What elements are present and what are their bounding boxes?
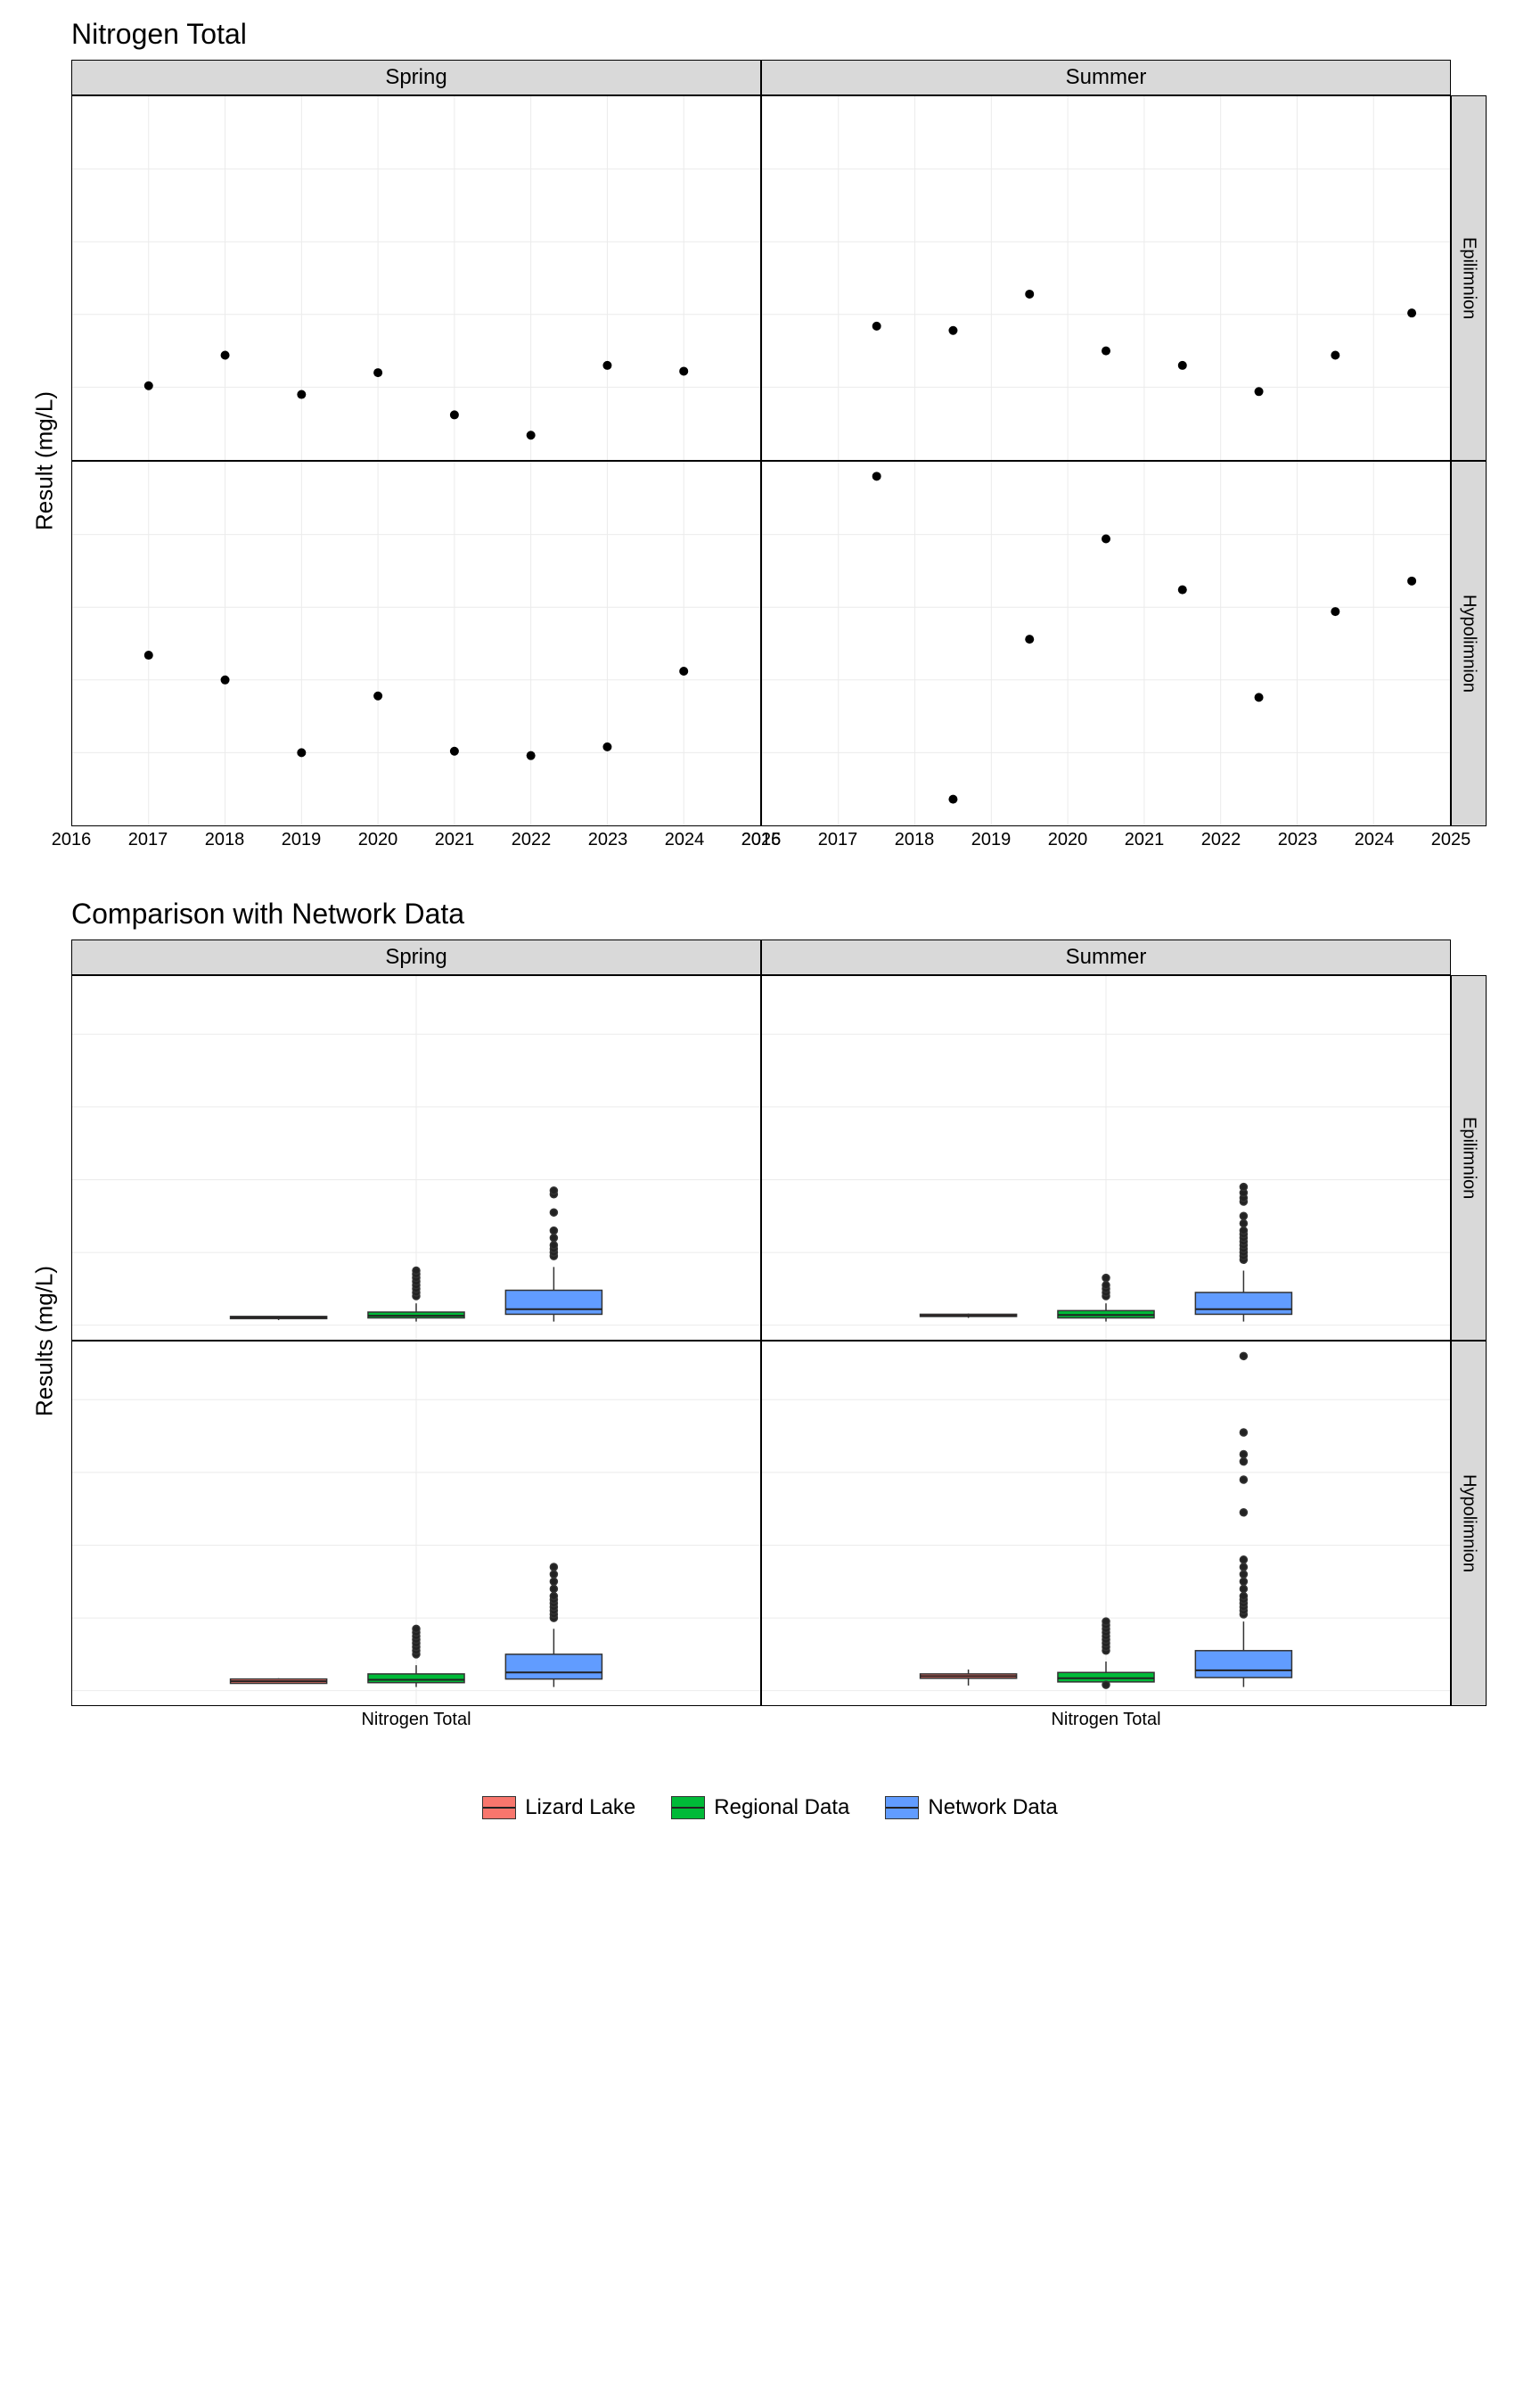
chart-title-2: Comparison with Network Data bbox=[71, 898, 1522, 931]
x-axis-spring-1: 2016201720182019202020212022202320242025 bbox=[71, 826, 761, 862]
legend-label-network: Network Data bbox=[928, 1795, 1057, 1820]
box-panel-spring-hypo: 01234 bbox=[71, 1341, 761, 1706]
legend-label-lizard: Lizard Lake bbox=[525, 1795, 635, 1820]
panel-summer-epi bbox=[761, 95, 1451, 461]
legend-item-network: Network Data bbox=[885, 1795, 1057, 1820]
row-header-hypo: Hypolimnion bbox=[1451, 461, 1487, 826]
panel-spring-epi: 0.100.150.200.25 bbox=[71, 95, 761, 461]
chart-title-1: Nitrogen Total bbox=[71, 18, 1522, 51]
box-panel-summer-epi bbox=[761, 975, 1451, 1341]
panel-summer-hypo bbox=[761, 461, 1451, 826]
y-axis-label-2: Results (mg/L) bbox=[18, 975, 71, 1706]
box-chart-section: Comparison with Network Data Results (mg… bbox=[18, 898, 1522, 1742]
box-facet-grid: Results (mg/L) Spring Summer Epilimnion … bbox=[18, 940, 1487, 1742]
panel-spring-hypo: 0.100.150.200.25 bbox=[71, 461, 761, 826]
legend-swatch-regional bbox=[671, 1796, 705, 1819]
legend-swatch-lizard bbox=[482, 1796, 516, 1819]
col-header-summer-2: Summer bbox=[761, 940, 1451, 975]
legend-label-regional: Regional Data bbox=[714, 1795, 849, 1820]
x-axis-spring-2: Nitrogen Total bbox=[71, 1706, 761, 1742]
row-header-hypo-2: Hypolimnion bbox=[1451, 1341, 1487, 1706]
row-header-epi-2: Epilimnion bbox=[1451, 975, 1487, 1341]
y-axis-label-1: Result (mg/L) bbox=[18, 95, 71, 826]
col-header-spring: Spring bbox=[71, 60, 761, 95]
x-axis-summer-1: 2016201720182019202020212022202320242025 bbox=[761, 826, 1451, 862]
row-header-epi: Epilimnion bbox=[1451, 95, 1487, 461]
legend-item-regional: Regional Data bbox=[671, 1795, 849, 1820]
legend: Lizard Lake Regional Data Network Data bbox=[18, 1795, 1522, 1820]
legend-swatch-network bbox=[885, 1796, 919, 1819]
legend-item-lizard: Lizard Lake bbox=[482, 1795, 635, 1820]
col-header-spring-2: Spring bbox=[71, 940, 761, 975]
scatter-facet-grid: Result (mg/L) Spring Summer Epilimnion H… bbox=[18, 60, 1487, 862]
box-panel-spring-epi: 01234 bbox=[71, 975, 761, 1341]
scatter-chart-section: Nitrogen Total Result (mg/L) Spring Summ… bbox=[18, 18, 1522, 862]
box-panel-summer-hypo bbox=[761, 1341, 1451, 1706]
col-header-summer: Summer bbox=[761, 60, 1451, 95]
x-axis-summer-2: Nitrogen Total bbox=[761, 1706, 1451, 1742]
